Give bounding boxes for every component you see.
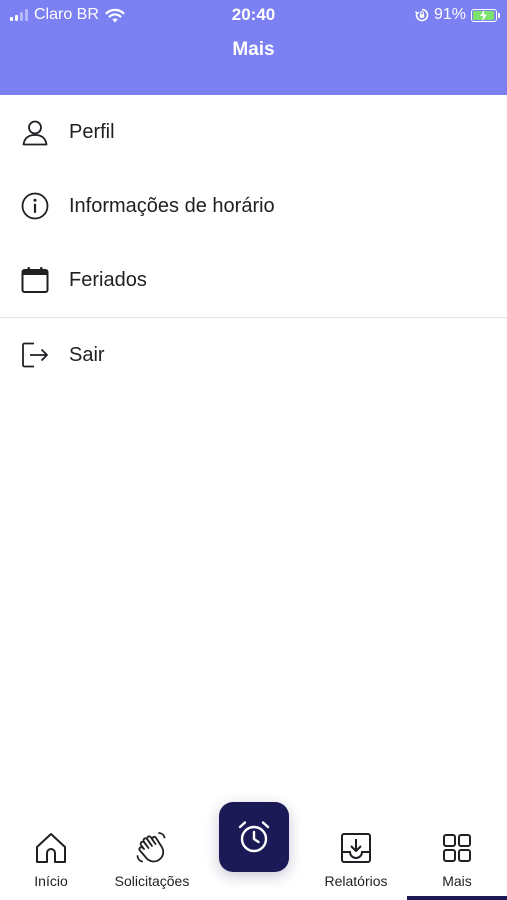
menu-item-label: Informações de horário bbox=[69, 194, 275, 217]
menu-item-label: Feriados bbox=[69, 268, 147, 291]
info-icon bbox=[20, 191, 50, 221]
active-tab-indicator bbox=[407, 896, 507, 900]
menu-item-sair[interactable]: Sair bbox=[0, 318, 507, 392]
menu-list: Perfil Informações de horário Feriados S… bbox=[0, 95, 507, 392]
punch-clock-button[interactable] bbox=[219, 802, 289, 872]
menu-item-informacoes-horario[interactable]: Informações de horário bbox=[0, 169, 507, 243]
tab-inicio[interactable]: Início bbox=[1, 829, 101, 889]
tab-label: Início bbox=[34, 873, 68, 889]
wave-hand-icon bbox=[136, 832, 166, 863]
tab-solicitacoes[interactable]: Solicitações bbox=[102, 829, 202, 889]
alarm-clock-icon bbox=[238, 821, 270, 853]
tab-label: Mais bbox=[442, 873, 472, 889]
tab-mais[interactable]: Mais bbox=[407, 829, 507, 889]
calendar-icon bbox=[20, 265, 50, 295]
status-bar: Claro BR 20:40 91% bbox=[0, 0, 507, 30]
home-icon bbox=[36, 833, 66, 863]
app-screen: Claro BR 20:40 91% Mais Perfil Informaçõ… bbox=[0, 0, 507, 900]
orientation-lock-icon bbox=[414, 8, 429, 22]
status-right: 91% bbox=[414, 6, 500, 24]
page-title: Mais bbox=[232, 39, 275, 60]
tab-label: Relatórios bbox=[324, 873, 388, 889]
menu-item-label: Perfil bbox=[69, 120, 115, 143]
tab-label: Solicitações bbox=[114, 873, 190, 889]
battery-percent: 91% bbox=[433, 6, 466, 23]
tab-relatorios[interactable]: Relatórios bbox=[306, 829, 406, 889]
menu-item-label: Sair bbox=[69, 343, 105, 366]
user-icon bbox=[20, 117, 50, 147]
menu-item-feriados[interactable]: Feriados bbox=[0, 243, 507, 317]
grid-icon bbox=[443, 834, 471, 862]
menu-item-perfil[interactable]: Perfil bbox=[0, 95, 507, 169]
logout-icon bbox=[20, 340, 50, 370]
header: Claro BR 20:40 91% Mais bbox=[0, 0, 507, 95]
download-tray-icon bbox=[341, 833, 371, 863]
battery-charging-icon bbox=[471, 8, 500, 22]
